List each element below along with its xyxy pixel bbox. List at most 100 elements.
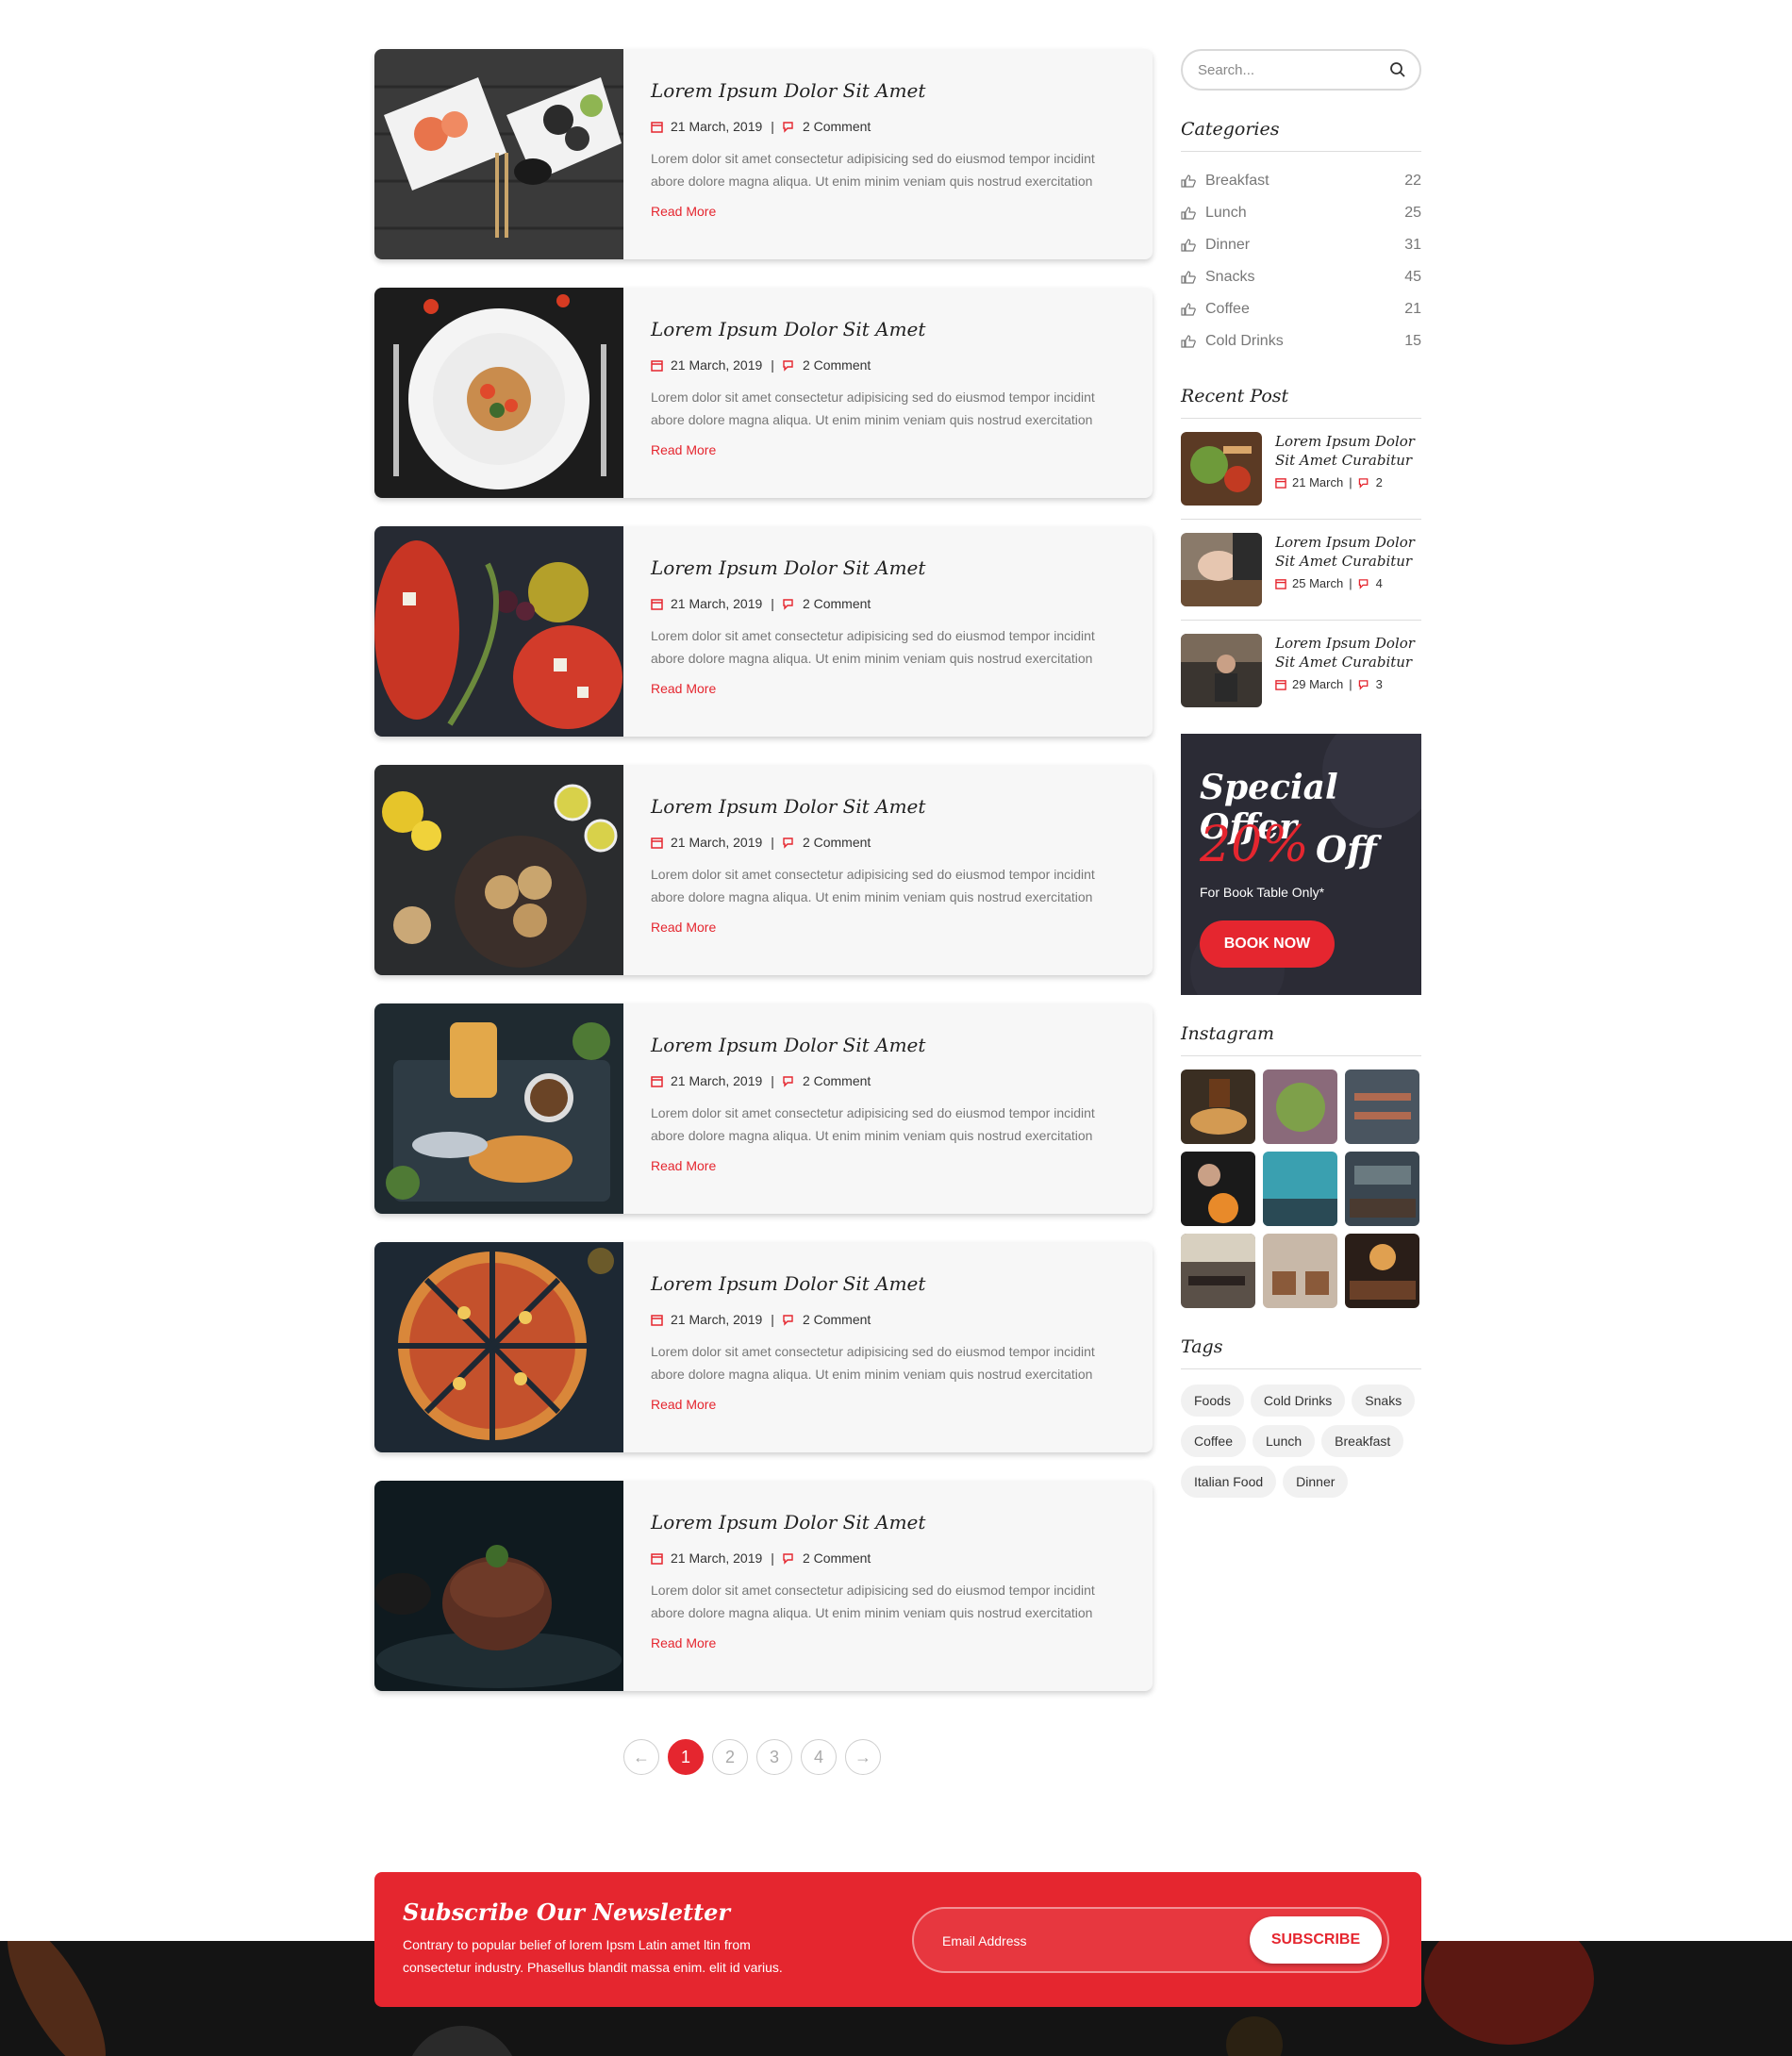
post-comments[interactable]: 2 Comment bbox=[803, 356, 871, 374]
comment-icon bbox=[1358, 578, 1368, 589]
tag-item[interactable]: Foods bbox=[1181, 1384, 1244, 1417]
recent-post-title[interactable]: Lorem Ipsum Dolor Sit Amet Curabitur bbox=[1275, 533, 1421, 571]
post-card: Lorem Ipsum Dolor Sit Amet 21 March, 201… bbox=[374, 765, 1153, 975]
post-image[interactable] bbox=[374, 765, 623, 975]
read-more-link[interactable]: Read More bbox=[651, 1397, 716, 1412]
post-image[interactable] bbox=[374, 526, 623, 737]
post-title[interactable]: Lorem Ipsum Dolor Sit Amet bbox=[651, 1270, 1115, 1297]
tag-item[interactable]: Lunch bbox=[1253, 1425, 1316, 1457]
post-title[interactable]: Lorem Ipsum Dolor Sit Amet bbox=[651, 77, 1115, 104]
instagram-photo[interactable] bbox=[1181, 1234, 1255, 1308]
post-image[interactable] bbox=[374, 1481, 623, 1691]
search-icon[interactable] bbox=[1389, 61, 1406, 78]
post-comments[interactable]: 2 Comment bbox=[803, 117, 871, 136]
comment-icon bbox=[783, 1314, 793, 1326]
post-title[interactable]: Lorem Ipsum Dolor Sit Amet bbox=[651, 793, 1115, 820]
category-item[interactable]: Dinner 31 bbox=[1181, 229, 1421, 261]
post-comments[interactable]: 2 Comment bbox=[803, 1071, 871, 1090]
post-title[interactable]: Lorem Ipsum Dolor Sit Amet bbox=[651, 1032, 1115, 1058]
recent-post-item[interactable]: Lorem Ipsum Dolor Sit Amet Curabitur 21 … bbox=[1181, 432, 1421, 520]
page-button-3[interactable]: 3 bbox=[756, 1739, 792, 1775]
tag-item[interactable]: Cold Drinks bbox=[1250, 1384, 1346, 1417]
post-image[interactable] bbox=[374, 1242, 623, 1452]
read-more-link[interactable]: Read More bbox=[651, 681, 716, 696]
read-more-link[interactable]: Read More bbox=[651, 204, 716, 219]
recent-post-item[interactable]: Lorem Ipsum Dolor Sit Amet Curabitur 29 … bbox=[1181, 634, 1421, 721]
meta-separator: | bbox=[771, 357, 774, 373]
comment-icon bbox=[783, 121, 793, 133]
page-button-4[interactable]: 4 bbox=[801, 1739, 837, 1775]
post-card: Lorem Ipsum Dolor Sit Amet 21 March, 201… bbox=[374, 1003, 1153, 1214]
recent-post-item[interactable]: Lorem Ipsum Dolor Sit Amet Curabitur 25 … bbox=[1181, 533, 1421, 621]
category-item[interactable]: Snacks 45 bbox=[1181, 261, 1421, 293]
instagram-photo[interactable] bbox=[1345, 1152, 1419, 1226]
calendar-icon bbox=[1275, 679, 1286, 690]
post-image[interactable] bbox=[374, 288, 623, 498]
tag-item[interactable]: Italian Food bbox=[1181, 1466, 1277, 1498]
tag-list: Foods Cold Drinks Snaks Coffee Lunch Bre… bbox=[1181, 1384, 1421, 1498]
read-more-link[interactable]: Read More bbox=[651, 442, 716, 457]
tag-item[interactable]: Snaks bbox=[1352, 1384, 1416, 1417]
instagram-photo[interactable] bbox=[1263, 1152, 1337, 1226]
category-count: 21 bbox=[1404, 301, 1421, 317]
read-more-link[interactable]: Read More bbox=[651, 920, 716, 935]
offer-note: For Book Table Only* bbox=[1200, 885, 1325, 900]
meta-separator: | bbox=[771, 119, 774, 134]
book-now-button[interactable]: BOOK NOW bbox=[1200, 920, 1335, 968]
category-item[interactable]: Coffee 21 bbox=[1181, 293, 1421, 325]
read-more-link[interactable]: Read More bbox=[651, 1158, 716, 1173]
thumbs-up-icon bbox=[1181, 271, 1196, 284]
category-label: Breakfast bbox=[1205, 173, 1269, 189]
calendar-icon bbox=[1275, 578, 1286, 589]
prev-page-button[interactable]: ← bbox=[623, 1739, 659, 1775]
category-item[interactable]: Cold Drinks 15 bbox=[1181, 325, 1421, 357]
subscribe-button[interactable]: SUBSCRIBE bbox=[1250, 1916, 1382, 1964]
comment-icon bbox=[1358, 679, 1368, 690]
read-more-link[interactable]: Read More bbox=[651, 1635, 716, 1650]
post-image[interactable] bbox=[374, 49, 623, 259]
recent-post-title[interactable]: Lorem Ipsum Dolor Sit Amet Curabitur bbox=[1275, 432, 1421, 470]
instagram-photo[interactable] bbox=[1181, 1152, 1255, 1226]
category-label: Snacks bbox=[1205, 269, 1255, 285]
post-image[interactable] bbox=[374, 1003, 623, 1214]
post-title[interactable]: Lorem Ipsum Dolor Sit Amet bbox=[651, 1509, 1115, 1535]
recent-posts-title: Recent Post bbox=[1181, 386, 1421, 419]
instagram-photo[interactable] bbox=[1345, 1234, 1419, 1308]
search-input[interactable] bbox=[1196, 60, 1389, 79]
tag-item[interactable]: Breakfast bbox=[1321, 1425, 1404, 1457]
post-title[interactable]: Lorem Ipsum Dolor Sit Amet bbox=[651, 316, 1115, 342]
tag-item[interactable]: Dinner bbox=[1283, 1466, 1349, 1498]
recent-post-image[interactable] bbox=[1181, 432, 1262, 506]
recent-post-date: 29 March bbox=[1292, 677, 1344, 691]
email-field[interactable] bbox=[940, 1928, 1227, 1954]
post-comments[interactable]: 2 Comment bbox=[803, 1310, 871, 1329]
recent-post-title[interactable]: Lorem Ipsum Dolor Sit Amet Curabitur bbox=[1275, 634, 1421, 672]
post-meta: 21 March, 2019 | 2 Comment bbox=[651, 833, 1115, 852]
calendar-icon bbox=[1275, 477, 1286, 489]
post-comments[interactable]: 2 Comment bbox=[803, 594, 871, 613]
instagram-photo[interactable] bbox=[1345, 1069, 1419, 1144]
instagram-photo[interactable] bbox=[1181, 1069, 1255, 1144]
category-item[interactable]: Lunch 25 bbox=[1181, 197, 1421, 229]
post-comments[interactable]: 2 Comment bbox=[803, 833, 871, 852]
page-button-1[interactable]: 1 bbox=[668, 1739, 704, 1775]
next-page-button[interactable]: → bbox=[845, 1739, 881, 1775]
recent-post-list: Lorem Ipsum Dolor Sit Amet Curabitur 21 … bbox=[1181, 432, 1421, 721]
tag-item[interactable]: Coffee bbox=[1181, 1425, 1246, 1457]
tags-widget: Tags Foods Cold Drinks Snaks Coffee Lunc… bbox=[1181, 1336, 1421, 1498]
post-card: Lorem Ipsum Dolor Sit Amet 21 March, 201… bbox=[374, 288, 1153, 498]
recent-post-image[interactable] bbox=[1181, 533, 1262, 606]
newsletter-section: Subscribe Our Newsletter Contrary to pop… bbox=[374, 1872, 1421, 2007]
post-title[interactable]: Lorem Ipsum Dolor Sit Amet bbox=[651, 555, 1115, 581]
calendar-icon bbox=[651, 1552, 663, 1565]
recent-post-image[interactable] bbox=[1181, 634, 1262, 707]
post-excerpt: Lorem dolor sit amet consectetur adipisi… bbox=[651, 1105, 1095, 1143]
instagram-photo[interactable] bbox=[1263, 1234, 1337, 1308]
page-button-2[interactable]: 2 bbox=[712, 1739, 748, 1775]
instagram-photo[interactable] bbox=[1263, 1069, 1337, 1144]
sidebar: Categories Breakfast 22 Lunch 25 Dinner 31 … bbox=[1181, 49, 1421, 1498]
category-item[interactable]: Breakfast 22 bbox=[1181, 165, 1421, 197]
comment-icon bbox=[783, 1075, 793, 1087]
post-card: Lorem Ipsum Dolor Sit Amet 21 March, 201… bbox=[374, 1481, 1153, 1691]
post-comments[interactable]: 2 Comment bbox=[803, 1549, 871, 1567]
